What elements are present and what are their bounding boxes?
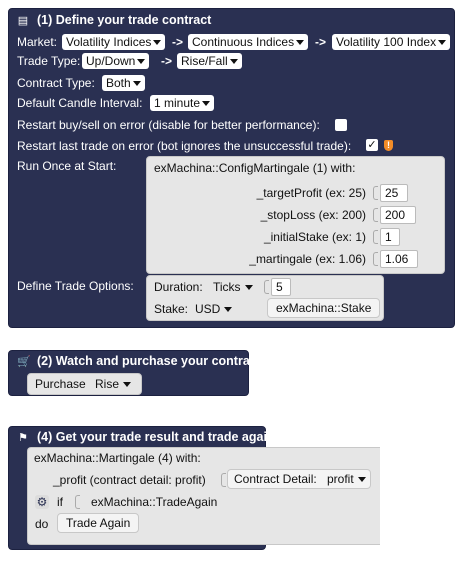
block2-title: (2) Watch and purchase your contract	[37, 354, 261, 368]
restart-last-trade-checkbox[interactable]: ✓	[366, 139, 378, 151]
param-stop-loss-socket	[373, 208, 378, 222]
gear-icon[interactable]: ⚙	[35, 495, 49, 509]
stake-function-block[interactable]: exMachina::Stake	[267, 298, 381, 318]
do-label: do	[35, 517, 49, 531]
trade-options-block[interactable]: Duration: Ticks 5 Stake: USD exMachina::…	[146, 275, 384, 321]
duration-unit-dropdown[interactable]: Ticks	[213, 279, 255, 295]
purchase-label: Purchase	[35, 377, 86, 391]
cart-icon: 🛒	[17, 356, 31, 368]
trade-result-block[interactable]: ⚑ (4) Get your trade result and trade aga…	[8, 426, 380, 550]
submarket-dropdown[interactable]: Continuous Indices	[188, 34, 309, 50]
define-trade-contract-block[interactable]: ▤ (1) Define your trade contract Market: …	[8, 8, 455, 328]
contract-detail-dropdown[interactable]: profit	[327, 471, 368, 487]
purchase-dropdown[interactable]: Rise	[95, 376, 133, 392]
trade-options-label: Define Trade Options:	[17, 279, 134, 293]
document-icon: ▤	[17, 15, 29, 27]
warning-icon: !	[384, 140, 393, 151]
candle-interval-label: Default Candle Interval:	[17, 96, 143, 110]
param-stop-loss-label: _stopLoss (ex: 200)	[260, 208, 366, 222]
purchase-block[interactable]: Purchase Rise	[27, 373, 142, 395]
block4-title: (4) Get your trade result and trade agai…	[37, 430, 275, 444]
config-martingale-block[interactable]: exMachina::ConfigMartingale (1) with: _t…	[146, 156, 445, 274]
param-initial-stake-label: _initialStake (ex: 1)	[263, 230, 366, 244]
contract-type-dropdown[interactable]: Both	[102, 75, 145, 91]
param-initial-stake-socket	[373, 230, 378, 244]
duration-input[interactable]: 5	[271, 278, 291, 296]
initial-stake-input[interactable]: 1	[380, 228, 400, 246]
market-arrow-2: ->	[315, 35, 327, 49]
block4-header: ⚑ (4) Get your trade result and trade aga…	[17, 430, 275, 444]
duration-label: Duration:	[154, 280, 203, 294]
symbol-dropdown[interactable]: Volatility 100 Index	[332, 34, 451, 50]
trade-subtype-dropdown[interactable]: Rise/Fall	[177, 53, 242, 69]
restart-buy-sell-checkbox[interactable]	[335, 119, 347, 131]
block1-title: (1) Define your trade contract	[37, 13, 212, 27]
profit-param-label: _profit (contract detail: profit)	[53, 473, 206, 487]
param-martingale-label: _martingale (ex: 1.06)	[249, 252, 366, 266]
if-label: if	[57, 495, 63, 509]
market-dropdown[interactable]: Volatility Indices	[62, 34, 166, 50]
martingale-title: exMachina::Martingale (4) with:	[34, 451, 201, 465]
param-target-profit-socket	[373, 186, 378, 200]
contract-type-label: Contract Type:	[17, 76, 95, 90]
config-martingale-title: exMachina::ConfigMartingale (1) with:	[154, 161, 356, 175]
flag-icon: ⚑	[18, 432, 28, 444]
profit-param-socket	[221, 473, 226, 487]
block1-header: ▤ (1) Define your trade contract	[17, 13, 212, 27]
candle-interval-dropdown[interactable]: 1 minute	[150, 95, 215, 111]
param-martingale-socket	[373, 252, 378, 266]
run-once-label: Run Once at Start:	[17, 159, 117, 173]
block2-header: 🛒 (2) Watch and purchase your contract	[17, 354, 261, 368]
target-profit-input[interactable]: 25	[380, 184, 408, 202]
restart-last-trade-label: Restart last trade on error (bot ignores…	[17, 139, 352, 153]
duration-socket	[264, 280, 269, 294]
trade-type-label: Trade Type:	[17, 54, 81, 68]
market-label: Market:	[17, 35, 58, 49]
param-target-profit-label: _targetProfit (ex: 25)	[256, 186, 366, 200]
trade-type-arrow: ->	[161, 54, 173, 68]
trade-again-function[interactable]: exMachina::TradeAgain	[91, 495, 217, 509]
contract-detail-label: Contract Detail:	[234, 472, 317, 486]
stake-label: Stake:	[154, 302, 189, 316]
if-socket	[75, 495, 80, 509]
restart-buy-sell-label: Restart buy/sell on error (disable for b…	[17, 118, 320, 132]
stake-currency-dropdown[interactable]: USD	[195, 301, 234, 317]
market-arrow-1: ->	[172, 35, 184, 49]
martingale-input[interactable]: 1.06	[380, 250, 418, 268]
trade-type-dropdown[interactable]: Up/Down	[82, 53, 150, 69]
watch-purchase-block[interactable]: 🛒 (2) Watch and purchase your contract Pu…	[8, 350, 261, 396]
trade-again-block[interactable]: Trade Again	[57, 513, 140, 533]
stop-loss-input[interactable]: 200	[380, 206, 416, 224]
